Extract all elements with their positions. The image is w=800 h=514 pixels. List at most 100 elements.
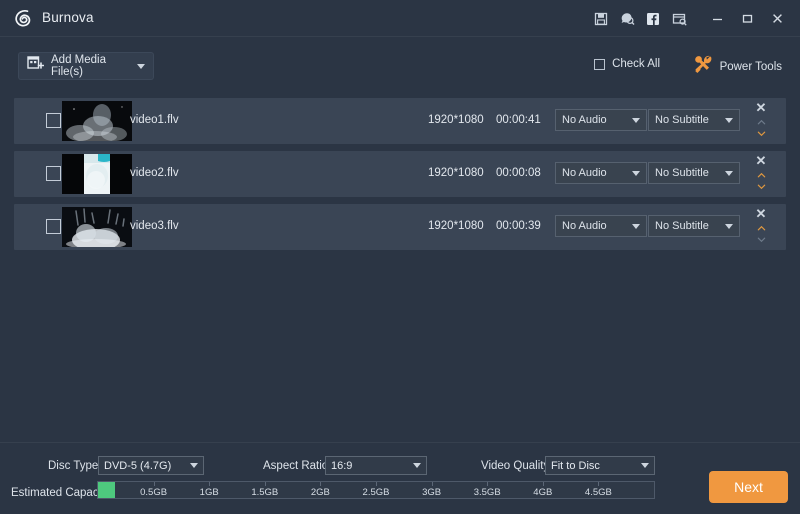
capacity-tick: [209, 482, 210, 486]
power-tools-label: Power Tools: [720, 61, 782, 73]
disc-type-value: DVD-5 (4.7G): [104, 460, 190, 472]
row-checkbox[interactable]: [46, 219, 61, 234]
chevron-down-icon: [725, 118, 733, 123]
audio-track-select[interactable]: No Audio: [555, 215, 647, 237]
file-name: video2.flv: [130, 167, 179, 179]
chevron-down-icon: [725, 224, 733, 229]
video-thumbnail: [62, 207, 132, 247]
capacity-tick-label: 2.5GB: [363, 487, 390, 498]
file-duration: 00:00:39: [496, 220, 541, 232]
title-bar-icon-group: [590, 0, 790, 37]
chevron-down-icon: [632, 171, 640, 176]
help-icon[interactable]: [616, 8, 638, 30]
video-quality-label: Video Quality:: [481, 460, 552, 472]
save-icon[interactable]: [590, 8, 612, 30]
remove-file-button[interactable]: ✕: [754, 101, 768, 115]
video-quality-select[interactable]: Fit to Disc: [545, 456, 655, 475]
remove-file-button[interactable]: ✕: [754, 154, 768, 168]
aspect-ratio-select[interactable]: 16:9: [325, 456, 427, 475]
capacity-tick-label: 4.5GB: [585, 487, 612, 498]
video-thumbnail: [62, 154, 132, 194]
video-quality-value: Fit to Disc: [551, 460, 641, 472]
remove-file-button[interactable]: ✕: [754, 207, 768, 221]
capacity-tick: [487, 482, 488, 486]
next-button[interactable]: Next: [709, 471, 788, 503]
chevron-down-icon: [632, 224, 640, 229]
chevron-down-icon: [641, 463, 649, 468]
capacity-tick: [598, 482, 599, 486]
row-checkbox[interactable]: [46, 166, 61, 181]
app-title: Burnova: [42, 10, 94, 25]
disc-swirl-logo-icon: [12, 7, 36, 31]
video-thumbnail: [62, 101, 132, 141]
chevron-down-icon: [137, 64, 145, 69]
maximize-button[interactable]: [734, 8, 760, 30]
check-all-control[interactable]: Check All: [594, 58, 660, 70]
subtitle-track-value: No Subtitle: [655, 167, 725, 179]
audio-track-value: No Audio: [562, 167, 632, 179]
add-media-icon: [27, 55, 44, 77]
capacity-tick-label: 0.5GB: [140, 487, 167, 498]
capacity-tick: [432, 482, 433, 486]
move-up-button[interactable]: [753, 224, 769, 235]
move-down-button[interactable]: [753, 235, 769, 246]
capacity-tick: [320, 482, 321, 486]
close-button[interactable]: [764, 8, 790, 30]
power-tools-button[interactable]: Power Tools: [693, 55, 782, 78]
move-down-button[interactable]: [753, 129, 769, 140]
subtitle-track-select[interactable]: No Subtitle: [648, 215, 740, 237]
disc-type-label: Disc Type: [48, 460, 98, 472]
move-up-button[interactable]: [753, 171, 769, 182]
facebook-icon[interactable]: [642, 8, 664, 30]
audio-track-value: No Audio: [562, 220, 632, 232]
capacity-tick-label: 3GB: [422, 487, 441, 498]
main-toolbar: Add Media File(s) Check All Power Tools: [0, 38, 800, 90]
capacity-tick: [376, 482, 377, 486]
file-resolution: 1920*1080: [428, 220, 484, 232]
row-checkbox[interactable]: [46, 113, 61, 128]
check-all-checkbox[interactable]: [594, 59, 605, 70]
disc-type-select[interactable]: DVD-5 (4.7G): [98, 456, 204, 475]
chevron-down-icon: [725, 171, 733, 176]
add-media-button[interactable]: Add Media File(s): [18, 52, 154, 80]
audio-track-value: No Audio: [562, 114, 632, 126]
subtitle-track-value: No Subtitle: [655, 114, 725, 126]
power-tools-icon: [693, 55, 713, 78]
subtitle-track-select[interactable]: No Subtitle: [648, 109, 740, 131]
capacity-tick: [265, 482, 266, 486]
add-media-label: Add Media File(s): [51, 54, 128, 78]
aspect-ratio-label: Aspect Ratio:: [263, 460, 331, 472]
audio-track-select[interactable]: No Audio: [555, 162, 647, 184]
move-up-button[interactable]: [753, 118, 769, 129]
chevron-down-icon: [413, 463, 421, 468]
aspect-ratio-value: 16:9: [331, 460, 413, 472]
burnova-window: Burnova: [0, 0, 800, 514]
subtitle-track-select[interactable]: No Subtitle: [648, 162, 740, 184]
file-duration: 00:00:08: [496, 167, 541, 179]
subtitle-track-value: No Subtitle: [655, 220, 725, 232]
capacity-tick-label: 3.5GB: [474, 487, 501, 498]
register-icon[interactable]: [668, 8, 690, 30]
capacity-tick-label: 4GB: [533, 487, 552, 498]
estimated-capacity-bar: 0.5GB1GB1.5GB2GB2.5GB3GB3.5GB4GB4.5GB: [97, 481, 655, 499]
file-name: video3.flv: [130, 220, 179, 232]
check-all-label: Check All: [612, 58, 660, 70]
minimize-button[interactable]: [704, 8, 730, 30]
file-duration: 00:00:41: [496, 114, 541, 126]
media-file-list: video1.flv 1920*1080 00:00:41 No Audio N…: [0, 90, 800, 442]
bottom-settings-bar: [0, 442, 800, 514]
chevron-down-icon: [190, 463, 198, 468]
file-resolution: 1920*1080: [428, 114, 484, 126]
capacity-fill: [98, 482, 115, 498]
capacity-tick-label: 2GB: [311, 487, 330, 498]
move-down-button[interactable]: [753, 182, 769, 193]
file-resolution: 1920*1080: [428, 167, 484, 179]
chevron-down-icon: [632, 118, 640, 123]
table-row[interactable]: video3.flv 1920*1080 00:00:39 No Audio N…: [14, 204, 786, 250]
audio-track-select[interactable]: No Audio: [555, 109, 647, 131]
title-bar: Burnova: [0, 0, 800, 37]
capacity-tick: [154, 482, 155, 486]
file-name: video1.flv: [130, 114, 179, 126]
table-row[interactable]: video2.flv 1920*1080 00:00:08 No Audio N…: [14, 151, 786, 197]
table-row[interactable]: video1.flv 1920*1080 00:00:41 No Audio N…: [14, 98, 786, 144]
